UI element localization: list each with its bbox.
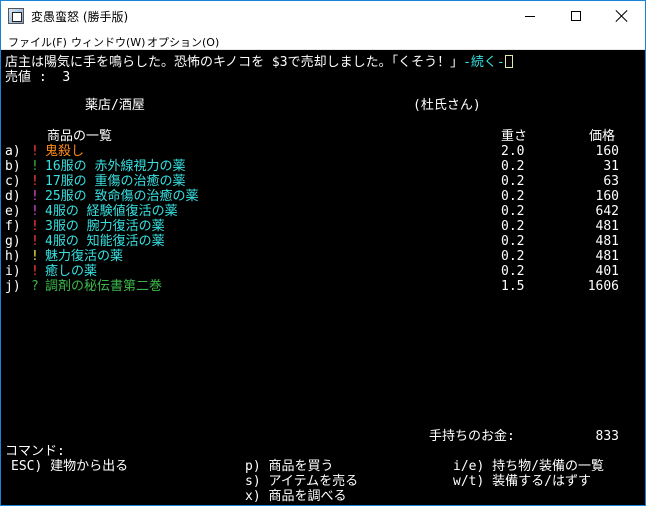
- close-button[interactable]: [599, 1, 645, 31]
- item-key: c): [5, 174, 21, 189]
- item-price: 63: [603, 174, 619, 189]
- gold-label: 手持ちのお金:: [429, 429, 515, 444]
- item-price: 160: [595, 144, 619, 159]
- item-name: 16服の 赤外線視力の薬: [45, 159, 186, 174]
- item-name: 魅力復活の薬: [45, 249, 124, 264]
- item-price: 481: [595, 234, 619, 249]
- sale-price-line: 売値 : 3: [5, 70, 70, 85]
- item-key: b): [5, 159, 21, 174]
- item-name: 25服の 致命傷の治癒の薬: [45, 189, 199, 204]
- item-symbol: !: [31, 159, 39, 174]
- command-inventory[interactable]: i/e) 持ち物/装備の一覧: [453, 459, 604, 474]
- item-price: 642: [595, 204, 619, 219]
- item-key: g): [5, 234, 21, 249]
- item-symbol: !: [31, 264, 39, 279]
- item-key: h): [5, 249, 21, 264]
- item-weight: 1.5: [501, 279, 525, 294]
- item-symbol: !: [31, 204, 39, 219]
- sale-price-label: 売値 :: [5, 70, 47, 85]
- item-weight: 0.2: [501, 219, 525, 234]
- window-title: 変愚蛮怒 (勝手版): [31, 10, 129, 24]
- command-wear[interactable]: w/t) 装備する/はずす: [453, 474, 591, 489]
- item-weight: 0.2: [501, 249, 525, 264]
- item-price: 31: [603, 159, 619, 174]
- item-key: j): [5, 279, 21, 294]
- menu-bar: ファイル(F) ウィンドウ(W) オプション(O): [1, 31, 645, 50]
- shop-owner: (杜氏さん): [413, 98, 481, 113]
- message-text: 店主は陽気に手を鳴らした。恐怖のキノコを $3で売却しました。「くそう！」: [5, 55, 464, 70]
- maximize-button[interactable]: [553, 1, 599, 31]
- item-symbol: !: [31, 174, 39, 189]
- item-price: 160: [595, 189, 619, 204]
- title-bar[interactable]: 変愚蛮怒 (勝手版): [1, 1, 645, 31]
- item-name: 調剤の秘伝書第二巻: [45, 279, 163, 294]
- gold-value: 833: [595, 429, 619, 444]
- items-header: 商品の一覧: [47, 129, 113, 144]
- item-symbol: !: [31, 189, 39, 204]
- item-weight: 2.0: [501, 144, 525, 159]
- text-cursor: [504, 55, 513, 68]
- maximize-icon: [571, 11, 581, 21]
- item-name: 3服の 腕力復活の薬: [45, 219, 165, 234]
- item-price: 481: [595, 249, 619, 264]
- command-purchase[interactable]: p) 商品を買う: [245, 459, 333, 474]
- command-exit[interactable]: ESC) 建物から出る: [11, 459, 128, 474]
- message-line: 店主は陽気に手を鳴らした。恐怖のキノコを $3で売却しました。「くそう！」-続く…: [5, 55, 513, 70]
- item-symbol: ?: [31, 279, 39, 294]
- item-weight: 0.2: [501, 204, 525, 219]
- item-name: 17服の 重傷の治癒の薬: [45, 174, 186, 189]
- item-symbol: !: [31, 234, 39, 249]
- item-name: 4服の 経験値復活の薬: [45, 204, 178, 219]
- item-name: 癒しの薬: [45, 264, 98, 279]
- game-window: 変愚蛮怒 (勝手版) ファイル(F) ウィンドウ(W) オプション(O) 店主は…: [0, 0, 646, 506]
- item-weight: 0.2: [501, 264, 525, 279]
- item-key: e): [5, 204, 21, 219]
- command-examine[interactable]: x) 商品を調べる: [245, 489, 346, 504]
- menu-option[interactable]: オプション(O): [147, 34, 219, 50]
- weight-header: 重さ: [501, 129, 528, 144]
- menu-file[interactable]: ファイル(F): [8, 34, 67, 50]
- commands-label: コマンド:: [5, 444, 65, 459]
- item-key: d): [5, 189, 21, 204]
- item-symbol: !: [31, 249, 39, 264]
- more-prompt: -続く-: [463, 55, 505, 70]
- item-key: a): [5, 144, 21, 159]
- item-weight: 0.2: [501, 159, 525, 174]
- item-weight: 0.2: [501, 174, 525, 189]
- item-price: 1606: [587, 279, 619, 294]
- app-icon: [8, 8, 24, 24]
- close-icon: [616, 10, 628, 22]
- minimize-button[interactable]: [507, 1, 553, 31]
- minimize-icon: [525, 15, 535, 17]
- item-weight: 0.2: [501, 234, 525, 249]
- price-header: 価格: [589, 129, 616, 144]
- item-price: 401: [595, 264, 619, 279]
- command-sell[interactable]: s) アイテムを売る: [245, 474, 358, 489]
- menu-window[interactable]: ウィンドウ(W): [71, 34, 145, 50]
- item-key: i): [5, 264, 21, 279]
- item-name: 鬼殺し: [45, 144, 85, 159]
- item-name: 4服の 知能復活の薬: [45, 234, 165, 249]
- item-symbol: !: [31, 144, 39, 159]
- shop-name: 薬店/酒屋: [85, 98, 145, 113]
- item-key: f): [5, 219, 21, 234]
- game-terminal[interactable]: 店主は陽気に手を鳴らした。恐怖のキノコを $3で売却しました。「くそう！」-続く…: [1, 51, 645, 505]
- sale-price-value: 3: [62, 70, 71, 85]
- item-price: 481: [595, 219, 619, 234]
- item-symbol: !: [31, 219, 39, 234]
- item-weight: 0.2: [501, 189, 525, 204]
